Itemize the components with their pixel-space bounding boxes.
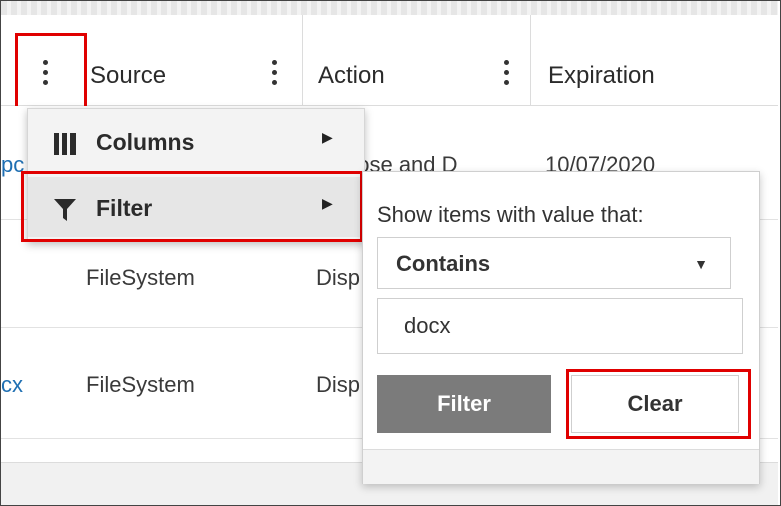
filter-panel-footer (363, 449, 759, 484)
submenu-arrow-icon: ▶ (322, 129, 333, 145)
grid-header (1, 15, 778, 106)
source-column-menu-icon[interactable] (265, 52, 283, 92)
chevron-down-icon: ▼ (694, 256, 708, 272)
column-separator (530, 15, 531, 105)
filter-menu-item-highlight (21, 171, 363, 242)
column-header-action[interactable]: Action (318, 62, 385, 90)
menu-item-columns[interactable]: Columns ▶ (28, 111, 364, 171)
column-header-source[interactable]: Source (90, 62, 166, 90)
filter-caption: Show items with value that: (377, 202, 644, 227)
row-action-cell: Disp (316, 265, 361, 290)
top-strip (1, 1, 778, 15)
filter-operator-select[interactable]: Contains ▼ (377, 237, 731, 289)
columns-icon (54, 133, 76, 155)
menu-item-columns-label: Columns (96, 129, 195, 155)
row-name-cell[interactable]: cx (1, 372, 23, 398)
column-header-expiration[interactable]: Expiration (548, 62, 655, 90)
row-source-cell: FileSystem (86, 372, 195, 397)
filter-value-input[interactable] (377, 298, 743, 354)
filter-button[interactable]: Filter (377, 375, 551, 433)
first-column-menu-highlight (15, 33, 87, 111)
row-action-cell: Disp (316, 372, 361, 397)
column-separator (302, 15, 303, 105)
action-column-menu-icon[interactable] (497, 52, 515, 92)
row-source-cell: FileSystem (86, 265, 195, 290)
filter-operator-value: Contains (396, 251, 491, 276)
clear-button-highlight (566, 369, 751, 439)
